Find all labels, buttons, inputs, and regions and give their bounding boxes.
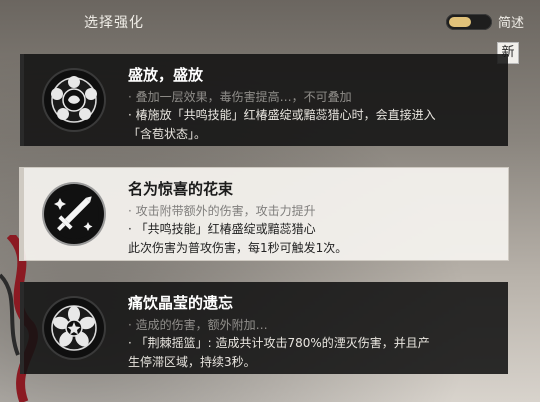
card-description: · 叠加一层效果，毒伤害提高…，不可叠加 · 椿施放「共鸣技能」红椿盛绽或黯蕊猎…: [128, 88, 494, 144]
desc-line: 生停滞区域，持续3秒。: [128, 355, 256, 369]
desc-line: · 椿施放「共鸣技能」红椿盛绽或黯蕊猎心时，会直接进入: [128, 108, 436, 122]
card-accent: [20, 168, 24, 260]
desc-partial: · 叠加一层效果，毒伤害提高…，不可叠加: [128, 90, 352, 104]
sword-emblem-icon: [44, 184, 104, 244]
enhancement-card-1[interactable]: 盛放，盛放 · 叠加一层效果，毒伤害提高…，不可叠加 · 椿施放「共鸣技能」红椿…: [20, 54, 508, 146]
brief-toggle[interactable]: [446, 14, 492, 30]
card-title: 盛放，盛放: [128, 66, 204, 84]
desc-line: · 「荆棘摇篮」: 造成共计攻击780%的湮灭伤害，并且产: [128, 336, 430, 350]
card-description: · 攻击附带额外的伤害，攻击力提升 · 「共鸣技能」红椿盛绽或黯蕊猎心 此次伤害…: [128, 202, 494, 258]
brief-toggle-label: 简述: [498, 16, 525, 31]
toggle-knob: [449, 17, 471, 27]
card-accent: [20, 282, 24, 374]
card-description: · 造成的伤害，额外附加… · 「荆棘摇篮」: 造成共计攻击780%的湮灭伤害，…: [128, 316, 494, 372]
card-title: 名为惊喜的花束: [128, 180, 234, 198]
top-bar: 选择强化 简述: [0, 0, 540, 42]
rose-emblem-icon: [44, 70, 104, 130]
desc-line: 此次伤害为普攻伤害，每1秒可触发1次。: [128, 241, 348, 255]
enhancement-card-3[interactable]: 痛饮晶莹的遗忘 · 造成的伤害，额外附加… · 「荆棘摇篮」: 造成共计攻击78…: [20, 282, 508, 374]
desc-partial: · 攻击附带额外的伤害，攻击力提升: [128, 204, 316, 218]
flower-emblem-icon: [44, 298, 104, 358]
desc-line: 「含苞状态」。: [128, 127, 207, 141]
enhancement-card-2[interactable]: 名为惊喜的花束 · 攻击附带额外的伤害，攻击力提升 · 「共鸣技能」红椿盛绽或黯…: [20, 168, 508, 260]
desc-line: · 「共鸣技能」红椿盛绽或黯蕊猎心: [128, 222, 316, 236]
card-accent: [20, 54, 24, 146]
page-title: 选择强化: [84, 15, 144, 31]
desc-partial: · 造成的伤害，额外附加…: [128, 318, 268, 332]
card-title: 痛饮晶莹的遗忘: [128, 294, 234, 312]
